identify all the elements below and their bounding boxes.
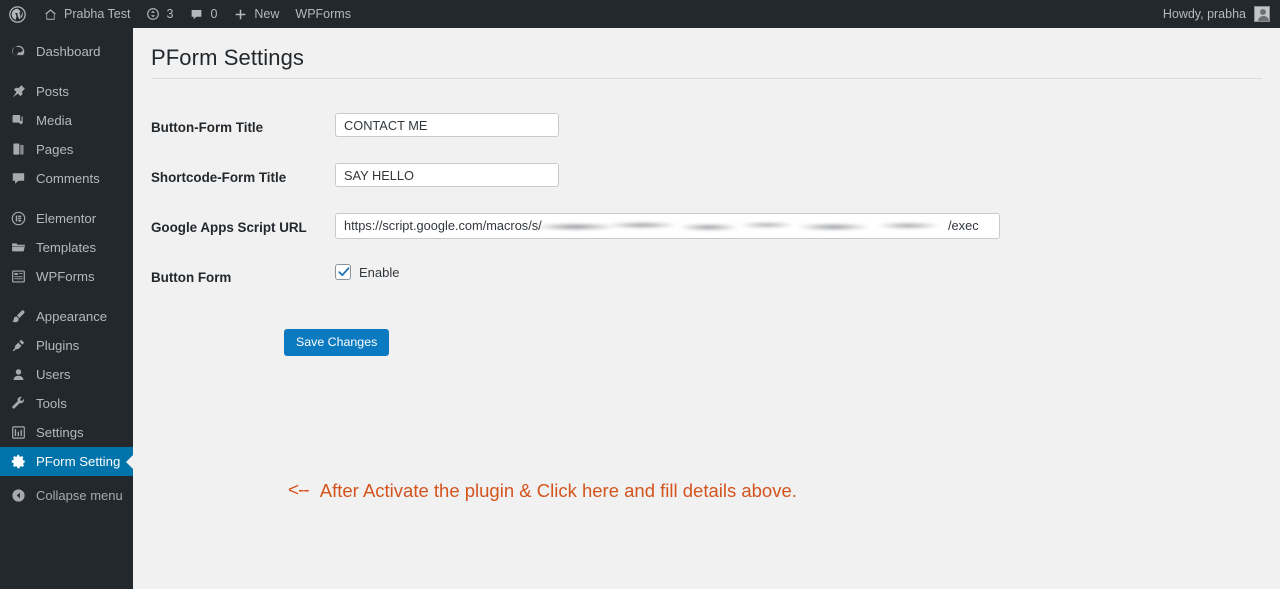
enable-checkbox[interactable] <box>335 264 351 280</box>
settings-icon <box>10 424 27 441</box>
updates-icon <box>146 7 160 21</box>
elementor-icon <box>10 210 27 227</box>
pages-icon <box>10 141 27 158</box>
annotation-text: After Activate the plugin & Click here a… <box>319 480 797 501</box>
page-title: PForm Settings <box>151 45 305 70</box>
collapse-menu-label: Collapse menu <box>36 488 123 503</box>
collapse-arrow-icon <box>10 487 27 504</box>
updates-menu[interactable]: 3 <box>138 0 181 28</box>
sidebar-label: WPForms <box>36 268 95 284</box>
sidebar-item-pform-setting[interactable]: PForm Setting <box>0 447 134 476</box>
user-avatar-icon <box>1254 6 1270 22</box>
title-divider <box>151 78 1262 79</box>
new-content-menu[interactable]: New <box>225 0 287 28</box>
sidebar-label: Media <box>36 112 72 128</box>
collapse-menu-button[interactable]: Collapse menu <box>0 481 133 510</box>
updates-count: 3 <box>166 7 174 21</box>
sidebar-label: Templates <box>36 239 97 255</box>
comment-bubble-icon <box>189 7 204 22</box>
button-form-title-input[interactable] <box>335 113 559 137</box>
sidebar-label: Pages <box>36 141 74 157</box>
comments-count: 0 <box>210 7 218 21</box>
wpforms-icon <box>10 268 27 285</box>
sidebar-item-plugins[interactable]: Plugins <box>0 331 133 360</box>
main-content: PForm Settings Button-Form Title Shortco… <box>133 28 1280 589</box>
sidebar-item-posts[interactable]: Posts <box>0 77 133 106</box>
save-changes-button[interactable]: Save Changes <box>284 329 390 357</box>
sidebar-item-pages[interactable]: Pages <box>0 135 133 164</box>
comment-icon <box>10 170 27 187</box>
howdy-label: Howdy, prabha <box>1162 7 1246 21</box>
home-icon <box>43 7 58 22</box>
sidebar-label: Dashboard <box>36 43 101 59</box>
sidebar-item-appearance[interactable]: Appearance <box>0 302 133 331</box>
sidebar-label: Tools <box>36 395 67 411</box>
script-url-redacted-region <box>534 218 950 234</box>
script-url-prefix-text: https://script.google.com/macros/s/ <box>344 218 542 233</box>
annotation-callout: <-- After Activate the plugin & Click he… <box>288 480 797 502</box>
script-url-suffix-text: /exec <box>948 218 979 233</box>
sidebar-item-dashboard[interactable]: Dashboard <box>0 37 133 66</box>
plus-icon <box>233 7 248 22</box>
wpforms-menu[interactable]: WPForms <box>287 0 359 28</box>
shortcode-form-title-input[interactable] <box>335 163 559 187</box>
annotation-arrow-icon: <-- <box>288 480 310 501</box>
admin-sidebar: Dashboard Posts Media Pages Comments Ele… <box>0 28 134 589</box>
sidebar-label: PForm Setting <box>36 453 121 469</box>
sidebar-item-comments[interactable]: Comments <box>0 164 133 193</box>
gear-icon <box>10 453 27 470</box>
script-url-label: Google Apps Script URL <box>151 220 307 235</box>
admin-bar: Prabha Test 3 0 New WPForms Howdy, prabh… <box>0 0 1280 28</box>
shortcode-form-title-label: Shortcode-Form Title <box>151 170 287 185</box>
sidebar-item-settings[interactable]: Settings <box>0 418 133 447</box>
wordpress-logo-icon <box>9 5 26 23</box>
account-menu[interactable]: Howdy, prabha <box>1163 0 1280 28</box>
brush-icon <box>10 308 27 325</box>
sidebar-label: Plugins <box>36 337 80 353</box>
button-form-enable-control[interactable]: Enable <box>335 264 399 280</box>
plug-icon <box>10 337 27 354</box>
sidebar-label: Comments <box>36 170 100 186</box>
media-icon <box>10 112 27 129</box>
sidebar-label: Appearance <box>36 308 108 324</box>
sidebar-item-templates[interactable]: Templates <box>0 233 133 262</box>
sidebar-label: Users <box>36 366 71 382</box>
comments-menu[interactable]: 0 <box>181 0 225 28</box>
dashboard-icon <box>10 43 27 60</box>
sidebar-separator <box>0 291 133 302</box>
button-form-title-label: Button-Form Title <box>151 120 264 135</box>
site-name-menu[interactable]: Prabha Test <box>35 0 138 28</box>
script-url-input[interactable]: https://script.google.com/macros/s/ /exe… <box>335 213 1000 239</box>
wpforms-menu-label: WPForms <box>295 7 351 21</box>
wordpress-logo-button[interactable] <box>0 0 35 28</box>
active-menu-pointer <box>126 453 134 470</box>
sidebar-label: Posts <box>36 83 69 99</box>
new-content-label: New <box>254 7 280 21</box>
site-name-label: Prabha Test <box>64 7 131 21</box>
checkmark-icon <box>338 267 350 277</box>
sidebar-item-wpforms[interactable]: WPForms <box>0 262 133 291</box>
sidebar-separator <box>0 193 133 204</box>
wrench-icon <box>10 395 27 412</box>
user-icon <box>10 366 27 383</box>
button-form-label: Button Form <box>151 270 232 285</box>
folder-icon <box>10 239 27 256</box>
pin-icon <box>10 83 27 100</box>
sidebar-item-media[interactable]: Media <box>0 106 133 135</box>
sidebar-item-users[interactable]: Users <box>0 360 133 389</box>
sidebar-label: Settings <box>36 424 84 440</box>
sidebar-separator <box>0 66 133 77</box>
enable-checkbox-label: Enable <box>359 264 400 280</box>
sidebar-item-elementor[interactable]: Elementor <box>0 204 133 233</box>
sidebar-label: Elementor <box>36 210 97 226</box>
sidebar-item-tools[interactable]: Tools <box>0 389 133 418</box>
